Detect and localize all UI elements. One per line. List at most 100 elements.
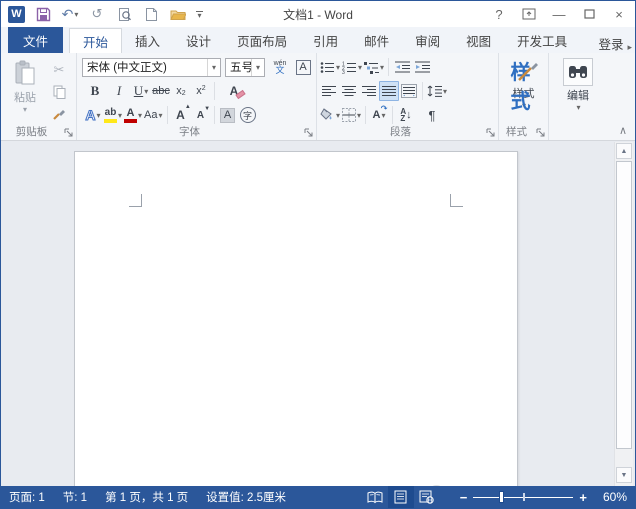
italic-button[interactable]: I [109,81,129,101]
print-layout-button[interactable] [388,486,414,508]
chevron-down-icon[interactable]: ▾ [357,111,361,120]
minimize-button[interactable]: — [547,4,571,24]
distributed-button[interactable] [399,81,419,101]
chevron-down-icon[interactable]: ▾ [97,111,101,120]
status-margin-setting[interactable]: 设置值: 2.5厘米 [206,489,286,505]
clear-formatting-button[interactable]: A [224,81,244,101]
enclose-characters-button[interactable]: 字 [238,105,258,125]
cut-button[interactable]: ✂ [49,61,69,79]
print-preview-button[interactable] [115,5,133,23]
font-name-combobox[interactable]: 宋体 (中文正文) ▾ [82,58,221,77]
multilevel-list-button[interactable]: ▾ [363,57,385,77]
character-border-button[interactable]: A [293,57,313,77]
save-button[interactable] [34,5,52,23]
clipboard-dialog-launcher[interactable] [63,127,74,138]
chevron-down-icon[interactable]: ▾ [159,111,163,120]
redo-button[interactable]: ↺ [88,5,106,23]
strikethrough-button[interactable]: abc [151,81,171,101]
editing-button[interactable]: 编辑 ▾ [551,56,605,112]
chevron-down-icon[interactable]: ▾ [118,111,122,120]
character-shading-button[interactable]: A [218,105,238,125]
tab-developer[interactable]: 开发工具 [504,28,580,53]
chevron-down-icon[interactable]: ▾ [74,10,78,19]
tab-insert[interactable]: 插入 [122,28,173,53]
status-section[interactable]: 节: 1 [63,489,87,505]
superscript-button[interactable]: x2 [191,81,211,101]
scroll-up-button[interactable]: ▲ [616,143,632,159]
paragraph-dialog-launcher[interactable] [485,127,496,138]
chevron-down-icon[interactable]: ▾ [207,59,220,76]
scroll-down-button[interactable]: ▼ [616,467,632,483]
font-size-combobox[interactable]: 五号 ▾ [225,58,265,77]
chevron-down-icon[interactable]: ▾ [380,63,384,72]
bold-button[interactable]: B [85,81,105,101]
sort-button[interactable]: AZ↓ [396,105,416,125]
undo-button[interactable]: ↶▾ [61,5,79,23]
align-right-button[interactable] [359,81,379,101]
styles-button[interactable]: 样式 样式 ▾ [501,56,546,110]
customize-qat-button[interactable]: ▾ [196,11,203,18]
tab-page-layout[interactable]: 页面布局 [224,28,300,53]
tab-view[interactable]: 视图 [453,28,504,53]
grow-font-button[interactable]: A▲ [171,105,191,125]
format-painter-button[interactable] [49,105,69,123]
subscript-button[interactable]: x2 [171,81,191,101]
close-button[interactable]: × [607,4,631,24]
font-dialog-launcher[interactable] [303,127,314,138]
tab-mailings[interactable]: 邮件 [351,28,402,53]
new-document-button[interactable] [142,5,160,23]
ribbon-display-options-button[interactable] [517,4,541,24]
zoom-level[interactable]: 60% [603,490,627,504]
chevron-down-icon[interactable]: ▾ [336,63,340,72]
paste-dropdown[interactable]: ▾ [23,105,27,114]
tab-design[interactable]: 设计 [173,28,224,53]
chevron-down-icon[interactable]: ▾ [358,63,362,72]
increase-indent-button[interactable] [412,57,432,77]
justify-button[interactable] [379,81,399,101]
zoom-slider[interactable] [473,490,573,504]
status-page-of-pages[interactable]: 第 1 页，共 1 页 [105,489,188,505]
read-mode-button[interactable] [362,486,388,508]
chevron-down-icon[interactable]: ▾ [144,87,148,96]
vertical-scrollbar[interactable]: ▲ ▼ [614,142,633,487]
align-left-button[interactable] [319,81,339,101]
maximize-button[interactable] [577,4,601,24]
shading-button[interactable]: ▾ [319,105,341,125]
tab-review[interactable]: 审阅 [402,28,453,53]
tab-file[interactable]: 文件 [8,27,63,53]
chevron-down-icon[interactable]: ▾ [576,103,580,112]
change-case-button[interactable]: Aa▾ [143,105,163,125]
zoom-out-button[interactable]: − [454,490,474,505]
tab-references[interactable]: 引用 [300,28,351,53]
line-spacing-button[interactable]: ▾ [426,81,448,101]
shrink-font-button[interactable]: A▼ [191,105,211,125]
chevron-down-icon[interactable]: ▾ [138,111,142,120]
chevron-down-icon[interactable]: ▾ [336,111,340,120]
status-page-number[interactable]: 页面: 1 [9,489,45,505]
web-layout-button[interactable] [414,486,440,508]
document-page[interactable]: S 搜狗指南 [74,151,518,488]
show-hide-marks-button[interactable]: ¶ [422,105,442,125]
bullets-button[interactable]: ▾ [319,57,341,77]
underline-button[interactable]: U▾ [131,81,151,101]
scrollbar-thumb[interactable] [616,161,632,449]
font-color-button[interactable]: A▾ [123,105,143,125]
borders-button[interactable]: ▾ [341,105,362,125]
chevron-down-icon[interactable]: ▾ [443,87,447,96]
zoom-in-button[interactable]: + [573,490,593,505]
phonetic-guide-button[interactable]: wén文 [270,57,290,77]
copy-button[interactable] [49,83,69,101]
tab-home[interactable]: 开始 [69,28,122,53]
chevron-down-icon[interactable]: ▾ [251,59,264,76]
collapse-ribbon-button[interactable]: ∧ [619,124,627,137]
styles-dialog-launcher[interactable] [535,127,546,138]
text-effects-button[interactable]: A▾ [83,105,103,125]
highlight-color-button[interactable]: ab▾ [103,105,123,125]
sign-in-link[interactable]: 登录 [594,34,627,53]
decrease-indent-button[interactable] [392,57,412,77]
open-button[interactable] [169,5,187,23]
numbering-button[interactable]: 123 ▾ [341,57,363,77]
asian-layout-button[interactable]: A↷ ▾ [369,105,389,125]
zoom-slider-thumb[interactable] [499,491,504,503]
paste-button[interactable]: 粘贴 ▾ [3,56,47,124]
